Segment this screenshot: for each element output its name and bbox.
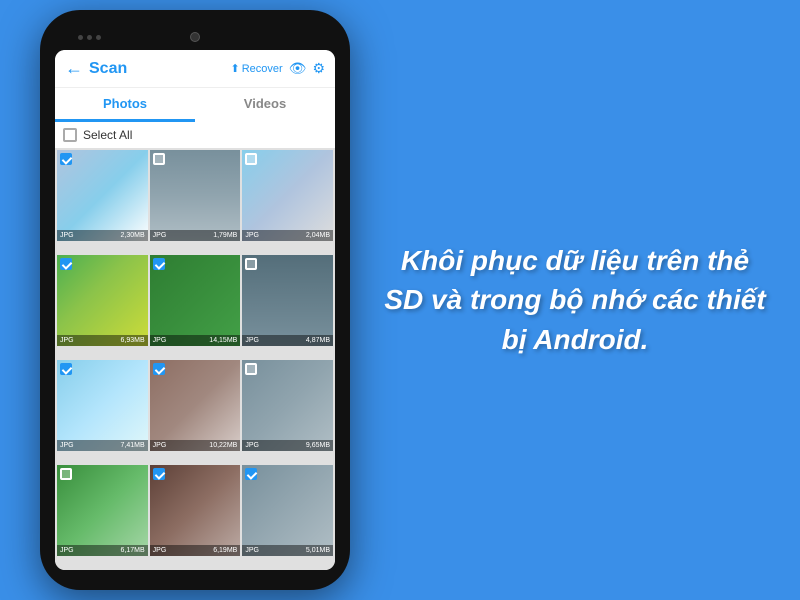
photo-meta: JPG 14,15MB — [150, 335, 241, 346]
photo-size: 14,15MB — [209, 337, 237, 344]
photo-cell[interactable]: JPG 9,65MB — [242, 360, 333, 451]
photo-type: JPG — [245, 232, 259, 239]
phone-notch-bar — [48, 28, 342, 46]
photo-size: 4,87MB — [306, 337, 330, 344]
select-all-row[interactable]: Select All — [55, 122, 335, 148]
photo-size: 10,22MB — [209, 442, 237, 449]
photo-meta: JPG 9,65MB — [242, 440, 333, 451]
photo-checkbox[interactable] — [245, 258, 257, 270]
photo-meta: JPG 10,22MB — [150, 440, 241, 451]
photo-checkbox[interactable] — [245, 468, 257, 480]
photo-cell[interactable]: JPG 1,79MB — [150, 150, 241, 241]
select-all-label: Select All — [83, 128, 132, 142]
photo-meta: JPG 6,93MB — [57, 335, 148, 346]
phone-dot-3 — [96, 35, 101, 40]
recover-button[interactable]: ⬆ Recover — [230, 62, 282, 75]
promo-text: Khôi phục dữ liệu trên thẻ SD và trong b… — [380, 241, 770, 359]
photo-cell[interactable]: JPG 6,93MB — [57, 255, 148, 346]
photo-type: JPG — [245, 337, 259, 344]
photo-cell[interactable]: JPG 10,22MB — [150, 360, 241, 451]
photo-size: 2,04MB — [306, 232, 330, 239]
photo-checkbox[interactable] — [60, 468, 72, 480]
photo-cell[interactable]: JPG 14,15MB — [150, 255, 241, 346]
photo-size: 1,79MB — [213, 232, 237, 239]
photo-type: JPG — [153, 442, 167, 449]
tab-videos[interactable]: Videos — [195, 88, 335, 122]
photo-meta: JPG 2,30MB — [57, 230, 148, 241]
phone-camera — [190, 32, 200, 42]
photo-checkbox[interactable] — [60, 258, 72, 270]
photo-meta: JPG 6,17MB — [57, 545, 148, 556]
photo-cell[interactable]: JPG 7,41MB — [57, 360, 148, 451]
photo-checkbox[interactable] — [153, 153, 165, 165]
photo-checkbox[interactable] — [60, 363, 72, 375]
photo-grid: JPG 2,30MB JPG 1,79MB JPG 2,04MB JPG 6,93MB JPG 1… — [55, 148, 335, 570]
phone-screen: ← Scan ⬆ Recover 👁 ⚙ Photos Videos Selec… — [55, 50, 335, 570]
back-button[interactable]: ← — [65, 58, 83, 79]
photo-size: 5,01MB — [306, 547, 330, 554]
photo-type: JPG — [60, 547, 74, 554]
recover-label: Recover — [242, 63, 283, 75]
photo-type: JPG — [60, 232, 74, 239]
phone-dots — [78, 35, 101, 40]
photo-size: 7,41MB — [121, 442, 145, 449]
photo-checkbox[interactable] — [153, 468, 165, 480]
photo-type: JPG — [153, 232, 167, 239]
photo-meta: JPG 1,79MB — [150, 230, 241, 241]
right-text-panel: Khôi phục dữ liệu trên thẻ SD và trong b… — [350, 221, 800, 379]
phone-shell: ← Scan ⬆ Recover 👁 ⚙ Photos Videos Selec… — [40, 10, 350, 590]
photo-size: 6,93MB — [121, 337, 145, 344]
photo-meta: JPG 6,19MB — [150, 545, 241, 556]
photo-cell[interactable]: JPG 5,01MB — [242, 465, 333, 556]
photo-size: 6,19MB — [213, 547, 237, 554]
photo-size: 6,17MB — [121, 547, 145, 554]
photo-size: 9,65MB — [306, 442, 330, 449]
eye-icon[interactable]: 👁 — [289, 60, 307, 77]
select-all-checkbox[interactable] — [63, 128, 77, 142]
photo-cell[interactable]: JPG 2,30MB — [57, 150, 148, 241]
photo-meta: JPG 4,87MB — [242, 335, 333, 346]
photo-type: JPG — [153, 547, 167, 554]
phone-dot-2 — [87, 35, 92, 40]
photo-checkbox[interactable] — [245, 153, 257, 165]
photo-checkbox[interactable] — [153, 363, 165, 375]
photo-type: JPG — [245, 442, 259, 449]
photo-meta: JPG 7,41MB — [57, 440, 148, 451]
photo-cell[interactable]: JPG 4,87MB — [242, 255, 333, 346]
settings-icon[interactable]: ⚙ — [312, 60, 325, 77]
tabs: Photos Videos — [55, 88, 335, 122]
photo-cell[interactable]: JPG 2,04MB — [242, 150, 333, 241]
photo-type: JPG — [153, 337, 167, 344]
photo-type: JPG — [60, 442, 74, 449]
photo-cell[interactable]: JPG 6,17MB — [57, 465, 148, 556]
phone-dot-1 — [78, 35, 83, 40]
photo-type: JPG — [60, 337, 74, 344]
photo-type: JPG — [245, 547, 259, 554]
recover-icon: ⬆ — [230, 62, 239, 75]
photo-checkbox[interactable] — [153, 258, 165, 270]
photo-size: 2,30MB — [121, 232, 145, 239]
app-title: Scan — [89, 60, 224, 78]
photo-checkbox[interactable] — [245, 363, 257, 375]
app-bar: ← Scan ⬆ Recover 👁 ⚙ — [55, 50, 335, 88]
photo-checkbox[interactable] — [60, 153, 72, 165]
photo-cell[interactable]: JPG 6,19MB — [150, 465, 241, 556]
photo-meta: JPG 5,01MB — [242, 545, 333, 556]
photo-meta: JPG 2,04MB — [242, 230, 333, 241]
tab-photos[interactable]: Photos — [55, 88, 195, 122]
